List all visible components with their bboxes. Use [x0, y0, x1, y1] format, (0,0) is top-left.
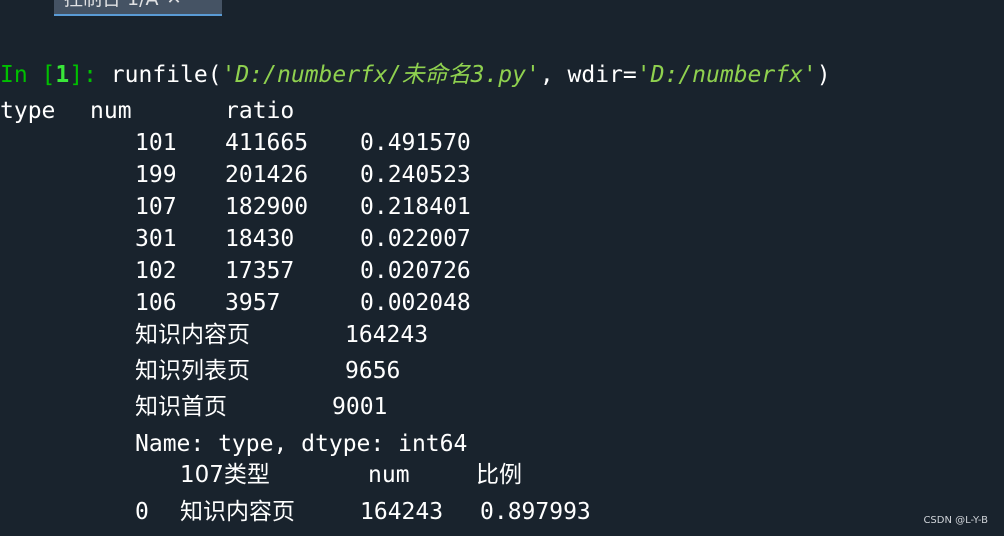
table1-cell-num: 182900	[225, 194, 309, 220]
table1-cell-ratio: 0.218401	[360, 194, 471, 220]
table1-cell-ratio: 0.020726	[360, 258, 471, 284]
table2-header-type: 107类型	[180, 462, 270, 488]
series-value: 9001	[332, 394, 388, 420]
input-line: In [1]: runfile('D:/numberfx/未命名3.py', w…	[0, 60, 831, 90]
close-icon[interactable]: ✕	[167, 0, 182, 10]
in-prompt-number: 1	[55, 62, 70, 88]
table1-cell-type: 102	[135, 258, 177, 284]
table1-cell-num: 17357	[225, 258, 295, 284]
code-arg-path: 'D:/numberfx/未命名3.py'	[221, 62, 540, 88]
series-value: 9656	[345, 358, 401, 384]
table1-cell-type: 101	[135, 130, 177, 156]
table1-cell-ratio: 0.491570	[360, 130, 471, 156]
series-index: 知识首页	[135, 394, 227, 420]
table1-header-num: num	[90, 98, 132, 124]
in-prompt-close: ]:	[69, 62, 111, 88]
table2-cell-ratio: 0.897993	[480, 499, 591, 525]
console-tab-label: 控制台 1/A	[64, 0, 159, 10]
table2-cell-num: 164243	[360, 499, 444, 525]
series-index: 知识列表页	[135, 358, 250, 384]
table2-header-ratio: 比例	[476, 462, 522, 488]
code-close-paren: )	[816, 62, 831, 88]
series-footer: Name: type, dtype: int64	[135, 431, 468, 457]
console-tab[interactable]: 控制台 1/A ✕	[54, 0, 222, 16]
table1-cell-type: 301	[135, 226, 177, 252]
table1-cell-num: 411665	[225, 130, 309, 156]
code-sep: , wdir=	[539, 62, 637, 88]
code-arg-wdir: 'D:/numberfx'	[636, 62, 817, 88]
series-index: 知识内容页	[135, 322, 250, 348]
table1-cell-num: 201426	[225, 162, 309, 188]
series-value: 164243	[345, 322, 429, 348]
table1-cell-ratio: 0.240523	[360, 162, 471, 188]
code-runfile: runfile(	[110, 62, 222, 88]
in-prompt-label: In [	[0, 62, 56, 88]
table1-cell-type: 199	[135, 162, 177, 188]
table2-cell-type: 知识内容页	[180, 499, 295, 525]
watermark: CSDN @L-Y-B	[923, 515, 988, 526]
table1-cell-num: 18430	[225, 226, 295, 252]
table2-header-num: num	[368, 462, 410, 488]
table1-header-ratio: ratio	[225, 98, 295, 124]
table1-cell-num: 3957	[225, 290, 281, 316]
table1-cell-type: 107	[135, 194, 177, 220]
table1-cell-ratio: 0.022007	[360, 226, 471, 252]
ipython-console[interactable]: 控制台 1/A ✕ In [1]: runfile('D:/numberfx/未…	[0, 0, 1004, 536]
table1-cell-type: 106	[135, 290, 177, 316]
table1-header-type: type	[0, 98, 56, 124]
table1-cell-ratio: 0.002048	[360, 290, 471, 316]
table2-cell-index: 0	[135, 499, 149, 525]
